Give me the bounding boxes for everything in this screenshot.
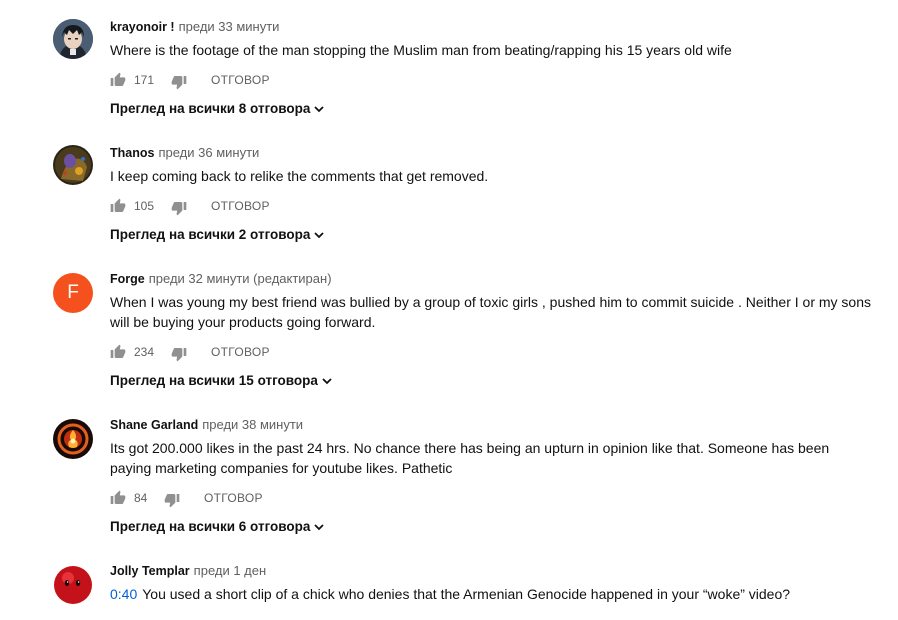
like-count: 84: [134, 491, 148, 505]
comment-header: krayonoir ! преди 33 минути: [110, 19, 874, 35]
comment-text: You used a short clip of a chick who den…: [142, 586, 791, 602]
avatar[interactable]: F: [53, 273, 93, 313]
comment-toolbar: 234 ОТГОВОР: [110, 341, 874, 365]
comment-header: Jolly Templar преди 1 ден: [110, 563, 874, 579]
avatar[interactable]: [53, 419, 93, 459]
comment-text: Its got 200.000 likes in the past 24 hrs…: [110, 440, 830, 476]
comment-toolbar: 105 ОТГОВОР: [110, 195, 874, 219]
anime-character-avatar-icon: [53, 19, 93, 59]
chevron-down-icon: [314, 232, 325, 239]
view-replies-label: Преглед на всички 6 отговора: [110, 519, 311, 534]
chevron-down-icon: [314, 106, 325, 113]
thumbs-up-icon[interactable]: [110, 490, 126, 506]
view-replies-label: Преглед на всички 2 отговора: [110, 227, 311, 242]
comment-header: Forge преди 32 минути (редактиран): [110, 271, 874, 287]
comment: Shane Garland преди 38 минути Its got 200…: [0, 417, 898, 547]
comment-time[interactable]: преди 33 минути: [179, 19, 280, 34]
reply-button[interactable]: ОТГОВОР: [211, 199, 270, 213]
comment-toolbar: 84 ОТГОВОР: [110, 487, 874, 511]
comment-body: Forge преди 32 минути (редактиран) When I…: [110, 271, 874, 388]
author-name[interactable]: Jolly Templar: [110, 564, 190, 578]
thumbs-up-icon[interactable]: [110, 344, 126, 360]
thumbs-up-icon[interactable]: [110, 198, 126, 214]
comment-body: Shane Garland преди 38 минути Its got 200…: [110, 417, 874, 534]
chevron-down-icon: [314, 524, 325, 531]
comment-text: When I was young my best friend was bull…: [110, 294, 871, 330]
thanos-avatar-icon: [53, 145, 93, 185]
comment: F Forge преди 32 минути (редактиран) When…: [0, 271, 898, 401]
view-replies-button[interactable]: Преглед на всички 2 отговора: [110, 227, 325, 242]
comment-text: Where is the footage of the man stopping…: [110, 42, 732, 58]
comment: Jolly Templar преди 1 ден 0:40 You used a …: [0, 563, 898, 620]
red-ball-avatar-icon: [53, 565, 93, 605]
comment-body: Thanos преди 36 минути I keep coming back…: [110, 145, 874, 242]
comment: krayonoir ! преди 33 минути Where is the …: [0, 19, 898, 129]
thumbs-down-icon[interactable]: [171, 346, 187, 362]
reply-button[interactable]: ОТГОВОР: [204, 491, 263, 505]
comment-body: Jolly Templar преди 1 ден 0:40 You used a …: [110, 563, 874, 604]
comment-text-container: 0:40 You used a short clip of a chick who…: [110, 584, 874, 604]
avatar[interactable]: [53, 565, 93, 605]
reply-button[interactable]: ОТГОВОР: [211, 345, 270, 359]
comment-body: krayonoir ! преди 33 минути Where is the …: [110, 19, 874, 116]
avatar[interactable]: [53, 19, 93, 59]
view-replies-button[interactable]: Преглед на всички 15 отговора: [110, 373, 333, 388]
view-replies-label: Преглед на всички 8 отговора: [110, 101, 311, 116]
fire-emblem-avatar-icon: [53, 419, 93, 459]
comment-header: Thanos преди 36 минути: [110, 145, 874, 161]
like-count: 171: [134, 73, 155, 87]
author-name[interactable]: Thanos: [110, 146, 154, 160]
like-count: 234: [134, 345, 155, 359]
comment-time[interactable]: преди 1 ден: [194, 563, 267, 578]
thumbs-down-icon[interactable]: [171, 74, 187, 90]
reply-button[interactable]: ОТГОВОР: [211, 73, 270, 87]
comment-toolbar: 171 ОТГОВОР: [110, 69, 874, 93]
author-name[interactable]: Forge: [110, 272, 145, 286]
chevron-down-icon: [322, 378, 332, 385]
view-replies-button[interactable]: Преглед на всички 6 отговора: [110, 519, 325, 534]
comment-header: Shane Garland преди 38 минути: [110, 417, 874, 433]
author-name[interactable]: krayonoir !: [110, 20, 175, 34]
view-replies-button[interactable]: Преглед на всички 8 отговора: [110, 101, 325, 116]
author-name[interactable]: Shane Garland: [110, 418, 198, 432]
comment-time[interactable]: преди 36 минути: [158, 145, 259, 160]
comment-time[interactable]: преди 38 минути: [202, 417, 303, 432]
comment-text: I keep coming back to relike the comment…: [110, 168, 489, 184]
avatar[interactable]: [53, 145, 93, 185]
timestamp-link[interactable]: 0:40: [110, 586, 137, 602]
thumbs-down-icon[interactable]: [171, 200, 187, 216]
view-replies-label: Преглед на всички 15 отговора: [110, 373, 318, 388]
thumbs-down-icon[interactable]: [164, 492, 180, 508]
avatar-letter: F: [67, 282, 79, 303]
comment: Thanos преди 36 минути I keep coming back…: [0, 145, 898, 255]
like-count: 105: [134, 199, 155, 213]
thumbs-up-icon[interactable]: [110, 72, 126, 88]
comment-time[interactable]: преди 32 минути (редактиран): [149, 271, 332, 286]
